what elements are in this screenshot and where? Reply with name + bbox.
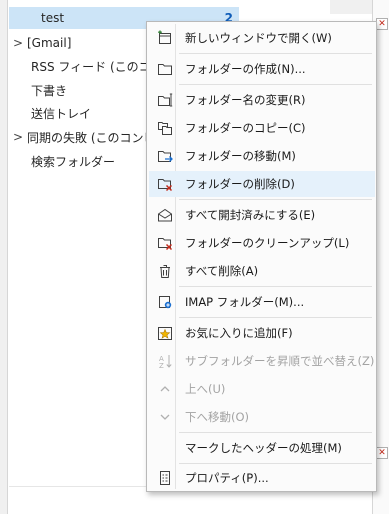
menu-separator: [179, 463, 372, 464]
menu-item-move-folder[interactable]: フォルダーの移動(M): [149, 143, 375, 169]
window-left-edge: [0, 0, 8, 514]
menu-item-delete-all[interactable]: すべて削除(A): [149, 258, 375, 284]
menu-separator: [179, 286, 372, 287]
folder-context-menu: 新しいウィンドウで開く(W) フォルダーの作成(N)... フォルダー名の変更(…: [146, 21, 377, 492]
new-window-icon: [153, 27, 177, 49]
menu-item-copy-folder[interactable]: フォルダーのコピー(C): [149, 115, 375, 141]
menu-item-label: マークしたヘッダーの処理(M): [185, 441, 342, 455]
menu-item-rename-folder[interactable]: フォルダー名の変更(R): [149, 87, 375, 113]
cleanup-folder-icon: [153, 232, 177, 254]
menu-item-label: IMAP フォルダー(M)...: [185, 295, 305, 309]
rename-folder-icon: [153, 89, 177, 111]
menu-separator: [179, 84, 372, 85]
move-folder-icon: [153, 145, 177, 167]
menu-item-properties[interactable]: プロパティ(P)...: [149, 465, 375, 491]
menu-item-label: サブフォルダーを昇順で並べ替え(Z): [185, 354, 375, 368]
mark-read-icon: [153, 204, 177, 226]
menu-item-add-to-favorites[interactable]: お気に入りに追加(F): [149, 320, 375, 346]
menu-item-cleanup-folder[interactable]: フォルダーのクリーンアップ(L): [149, 230, 375, 256]
delete-marker-icon[interactable]: ✕: [376, 18, 388, 30]
menu-item-label: 下へ移動(O): [185, 410, 250, 424]
menu-item-open-new-window[interactable]: 新しいウィンドウで開く(W): [149, 25, 375, 51]
chevron-right-icon[interactable]: >: [9, 130, 25, 144]
chevron-down-icon: [153, 406, 177, 428]
menu-separator: [179, 317, 372, 318]
menu-item-label: 新しいウィンドウで開く(W): [185, 31, 332, 45]
folder-label: 下書き: [31, 83, 68, 98]
menu-item-new-folder[interactable]: フォルダーの作成(N)...: [149, 56, 375, 82]
delete-all-icon: [153, 260, 177, 282]
menu-item-delete-folder[interactable]: フォルダーの削除(D): [149, 171, 375, 197]
new-folder-icon: [153, 58, 177, 80]
menu-item-label: 上へ(U): [185, 382, 226, 396]
folder-label: test: [41, 11, 65, 25]
menu-item-label: プロパティ(P)...: [185, 471, 269, 485]
delete-marker-icon[interactable]: ✕: [376, 447, 388, 459]
menu-item-imap-folders[interactable]: IMAP フォルダー(M)...: [149, 289, 375, 315]
sort-az-icon: AZ: [153, 350, 177, 372]
copy-folder-icon: [153, 117, 177, 139]
menu-separator: [179, 199, 372, 200]
chevron-up-icon: [153, 378, 177, 400]
menu-item-move-down: 下へ移動(O): [149, 404, 375, 430]
folder-label: 送信トレイ: [31, 106, 92, 121]
menu-item-label: フォルダーの移動(M): [185, 149, 296, 163]
folder-label: 検索フォルダー: [31, 154, 116, 169]
favorite-star-icon: [153, 322, 177, 344]
menu-item-move-up: 上へ(U): [149, 376, 375, 402]
delete-folder-icon: [153, 173, 177, 195]
menu-item-label: お気に入りに追加(F): [185, 326, 293, 340]
menu-item-label: すべて削除(A): [185, 264, 259, 278]
folder-label: 同期の失敗 (このコンピ: [27, 130, 156, 145]
imap-folder-icon: [153, 291, 177, 313]
menu-item-sort-subfolders: AZ サブフォルダーを昇順で並べ替え(Z): [149, 348, 375, 374]
properties-icon: [153, 467, 177, 489]
menu-separator: [179, 432, 372, 433]
menu-item-label: フォルダーの作成(N)...: [185, 62, 306, 76]
top-bar-fragment: [330, 0, 372, 14]
menu-separator: [179, 53, 372, 54]
menu-item-mark-all-read[interactable]: すべて開封済みにする(E): [149, 202, 375, 228]
menu-item-no-icon: [153, 437, 177, 459]
svg-text:Z: Z: [159, 362, 164, 369]
menu-item-label: フォルダーのコピー(C): [185, 121, 306, 135]
folder-label: [Gmail]: [27, 36, 72, 50]
menu-item-process-marked-headers[interactable]: マークしたヘッダーの処理(M): [149, 435, 375, 461]
menu-item-label: フォルダーのクリーンアップ(L): [185, 236, 350, 250]
chevron-right-icon[interactable]: >: [9, 36, 25, 50]
menu-item-label: フォルダー名の変更(R): [185, 93, 306, 107]
menu-item-label: すべて開封済みにする(E): [185, 208, 316, 222]
menu-item-label: フォルダーの削除(D): [185, 177, 295, 191]
